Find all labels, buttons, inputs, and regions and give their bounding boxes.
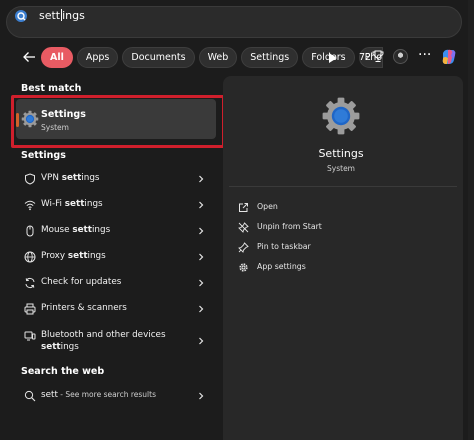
pin-icon bbox=[238, 242, 249, 253]
result-check-for-updates[interactable]: Check for updates bbox=[16, 271, 216, 295]
filter-chip-all[interactable]: All bbox=[41, 47, 73, 68]
search-icon bbox=[24, 390, 36, 402]
action-pin-to-taskbar[interactable]: Pin to taskbar bbox=[238, 240, 418, 256]
action-label: Unpin from Start bbox=[257, 222, 322, 231]
back-arrow-icon[interactable] bbox=[21, 49, 37, 65]
result-label: VPN settings bbox=[41, 173, 100, 183]
more-options-icon[interactable]: ··· bbox=[418, 47, 431, 63]
result-label: sett - See more search results bbox=[41, 390, 156, 400]
chevron-right-icon bbox=[199, 305, 204, 313]
filter-chip-apps[interactable]: Apps bbox=[76, 47, 119, 68]
wifi-icon bbox=[24, 200, 36, 211]
user-avatar[interactable] bbox=[393, 49, 408, 64]
copilot-icon[interactable] bbox=[439, 47, 459, 67]
action-label: App settings bbox=[257, 262, 306, 271]
open-external-icon bbox=[239, 203, 248, 212]
filter-chip-settings[interactable]: Settings bbox=[241, 47, 299, 68]
chevron-right-icon bbox=[199, 392, 204, 400]
search-icon bbox=[15, 10, 27, 22]
window-edge bbox=[468, 0, 474, 440]
chevron-right-icon bbox=[199, 227, 204, 235]
settings-heading: Settings bbox=[21, 150, 66, 161]
result-label: Bluetooth and other devices settings bbox=[41, 330, 166, 352]
result-proxy-settings[interactable]: Proxy settings bbox=[16, 245, 216, 269]
result-wifi-settings[interactable]: Wi-Fi settings bbox=[16, 193, 216, 217]
result-label: Proxy settings bbox=[41, 251, 106, 261]
detail-title: Settings bbox=[318, 147, 364, 160]
chevron-right-icon bbox=[199, 337, 204, 345]
sync-icon bbox=[25, 278, 35, 288]
filter-chip-documents[interactable]: Documents bbox=[122, 47, 195, 68]
filter-chip-web[interactable]: Web bbox=[198, 47, 238, 68]
action-label: Pin to taskbar bbox=[257, 242, 311, 251]
result-label: Wi-Fi settings bbox=[41, 199, 103, 209]
mouse-icon bbox=[26, 225, 34, 237]
web-search-result[interactable]: sett - See more search results bbox=[16, 384, 216, 408]
chevron-right-icon bbox=[199, 253, 204, 261]
result-label: Mouse settings bbox=[41, 225, 111, 235]
query-before-caret: sett bbox=[39, 9, 61, 22]
search-the-web-heading: Search the web bbox=[21, 366, 105, 377]
action-app-settings[interactable]: App settings bbox=[238, 260, 418, 276]
settings-gear-icon bbox=[322, 97, 360, 135]
chevron-right-icon bbox=[199, 175, 204, 183]
devices-icon bbox=[24, 331, 36, 341]
play-icon[interactable] bbox=[329, 53, 337, 63]
query-after-caret: ings bbox=[62, 9, 85, 22]
red-highlight-box bbox=[11, 95, 225, 148]
gear-icon bbox=[239, 263, 248, 272]
result-printers-scanners[interactable]: Printers & scanners bbox=[16, 297, 216, 321]
trophy-icon[interactable] bbox=[372, 50, 384, 63]
result-label: Check for updates bbox=[41, 277, 122, 287]
search-input[interactable]: sett ings bbox=[39, 9, 85, 22]
action-open[interactable]: Open bbox=[238, 200, 418, 216]
result-vpn-settings[interactable]: VPN settings bbox=[16, 167, 216, 191]
unpin-icon bbox=[238, 222, 249, 233]
result-label: Printers & scanners bbox=[41, 303, 127, 313]
printer-icon bbox=[24, 303, 36, 315]
chevron-right-icon bbox=[199, 201, 204, 209]
chevron-right-icon bbox=[199, 279, 204, 287]
rewards-count: 72 bbox=[359, 52, 372, 63]
result-mouse-settings[interactable]: Mouse settings bbox=[16, 219, 216, 243]
divider bbox=[229, 186, 457, 187]
shield-icon bbox=[25, 173, 35, 185]
action-label: Open bbox=[257, 202, 278, 211]
globe-icon bbox=[24, 251, 36, 263]
best-match-heading: Best match bbox=[21, 83, 82, 94]
detail-subtitle: System bbox=[327, 164, 355, 173]
action-unpin-from-start[interactable]: Unpin from Start bbox=[238, 220, 418, 236]
result-bluetooth-devices[interactable]: Bluetooth and other devices settings bbox=[16, 326, 216, 354]
